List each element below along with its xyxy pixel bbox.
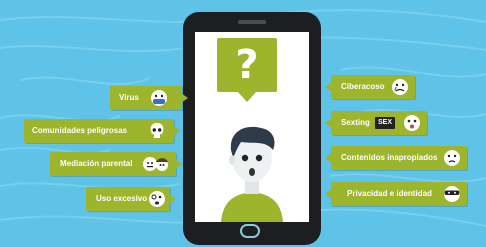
disappointed-face-icon xyxy=(444,150,460,166)
tag-virus: Virus xyxy=(110,86,188,110)
dizzy-face-icon xyxy=(149,191,165,207)
tag-uso-excesivo: Uso excesivo xyxy=(86,187,176,211)
tag-sexting: Sexting SEX xyxy=(325,111,427,135)
tag-mediacion-parental: Mediación parental xyxy=(50,152,182,176)
masked-face-icon xyxy=(444,186,460,202)
illustration-stage: ? Virus Comunidades peligrosas Mediación… xyxy=(0,0,486,247)
shocked-face-icon xyxy=(404,115,420,131)
smartphone: ? xyxy=(183,12,321,245)
phone-screen: ? xyxy=(195,32,309,222)
tag-comunidades-peligrosas: Comunidades peligrosas xyxy=(24,119,180,143)
sex-badge: SEX xyxy=(375,117,396,129)
tag-label: Ciberacoso xyxy=(341,82,385,91)
tag-label: Mediación parental xyxy=(60,159,133,168)
tag-ciberacoso: Ciberacoso xyxy=(325,75,415,99)
home-button xyxy=(240,224,260,238)
tag-label: Contenidos inapropiados xyxy=(341,153,438,162)
tag-label: Uso excesivo xyxy=(96,194,148,203)
skull-icon xyxy=(150,123,164,138)
tag-label: Sexting xyxy=(341,118,370,127)
sick-face-icon xyxy=(151,90,167,106)
tag-privacidad-identidad: Privacidad e identidad xyxy=(325,182,467,206)
tag-label: Privacidad e identidad xyxy=(347,189,432,198)
crying-face-icon xyxy=(392,79,408,95)
confused-person-illustration xyxy=(221,126,283,222)
tag-label: Virus xyxy=(119,93,139,102)
phone-speaker xyxy=(238,20,266,24)
tag-label: Comunidades peligrosas xyxy=(32,126,128,135)
parent-child-faces-icon xyxy=(143,157,168,171)
tag-contenidos-inapropiados: Contenidos inapropiados xyxy=(325,146,467,170)
